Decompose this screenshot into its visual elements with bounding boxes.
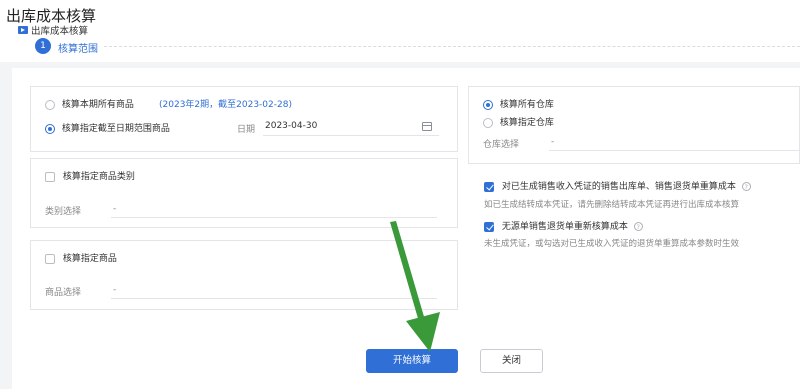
option-until-date[interactable]: 核算指定截至日期范围商品 xyxy=(45,121,170,134)
date-underline xyxy=(263,135,439,136)
category-underline xyxy=(111,217,437,218)
scope-panel: 核算本期所有商品 (2023年2期，截至2023-02-28) 核算指定截至日期… xyxy=(30,86,458,152)
no-source-option[interactable]: 无源单销售退货单重新核算成本 ? xyxy=(484,219,643,232)
option-all-warehouses[interactable]: 核算所有仓库 xyxy=(483,97,554,110)
category-panel: 核算指定商品类别 类别选择 - xyxy=(30,158,458,228)
option-current-period[interactable]: 核算本期所有商品 xyxy=(45,97,134,110)
video-tab-icon xyxy=(18,26,28,34)
step-label[interactable]: 核算范围 xyxy=(58,40,98,55)
step-divider xyxy=(104,46,800,47)
goods-checkbox[interactable] xyxy=(45,253,55,264)
period-note: (2023年2期，截至2023-02-28) xyxy=(159,100,292,110)
warehouse-select-label: 仓库选择 xyxy=(483,140,520,150)
help-icon[interactable]: ? xyxy=(741,182,751,191)
calendar-icon[interactable] xyxy=(422,122,432,131)
radio-until-date[interactable] xyxy=(45,123,55,134)
close-button[interactable]: 关闭 xyxy=(480,349,543,373)
goods-panel: 核算指定商品 商品选择 - xyxy=(30,240,458,310)
goods-select[interactable]: - xyxy=(113,285,116,295)
no-source-checkbox[interactable] xyxy=(484,221,494,232)
help-icon[interactable]: ? xyxy=(633,222,643,231)
start-calculation-button[interactable]: 开始核算 xyxy=(366,349,458,373)
recalc-checkbox[interactable] xyxy=(484,181,494,192)
goods-select-label: 商品选择 xyxy=(45,288,82,298)
tab-label: 出库成本核算 xyxy=(31,26,89,37)
top-bar: 出库成本核算 出库成本核算 1 核算范围 xyxy=(0,0,800,62)
no-source-hint: 未生成凭证，或勾选对已生成收入凭证的退货单重算成本参数时生效 xyxy=(484,239,740,249)
date-label: 日期 xyxy=(237,125,256,135)
content-area: 核算本期所有商品 (2023年2期，截至2023-02-28) 核算指定截至日期… xyxy=(12,68,800,389)
radio-all-warehouses[interactable] xyxy=(483,99,493,110)
category-checkbox[interactable] xyxy=(45,171,55,182)
warehouse-underline xyxy=(549,150,799,151)
step-number: 1 xyxy=(35,38,51,54)
category-checkbox-row[interactable]: 核算指定商品类别 xyxy=(45,169,135,182)
recalc-hint: 如已生成结转成本凭证，请先删除结转成本凭证再进行出库成本核算 xyxy=(484,200,740,210)
goods-checkbox-row[interactable]: 核算指定商品 xyxy=(45,251,117,264)
tab-outbound-cost[interactable]: 出库成本核算 xyxy=(18,23,88,37)
warehouse-select[interactable]: - xyxy=(551,137,554,147)
option-specific-warehouse[interactable]: 核算指定仓库 xyxy=(483,115,554,128)
recalc-option[interactable]: 对已生成销售收入凭证的销售出库单、销售退货单重算成本 ? xyxy=(484,179,751,192)
radio-specific-warehouse[interactable] xyxy=(483,117,493,128)
category-select-label: 类别选择 xyxy=(45,207,82,217)
date-input[interactable]: 2023-04-30 xyxy=(265,121,317,131)
warehouse-panel: 核算所有仓库 核算指定仓库 仓库选择 - xyxy=(468,86,800,164)
radio-current-period[interactable] xyxy=(45,99,55,110)
category-select[interactable]: - xyxy=(113,204,116,214)
goods-underline xyxy=(111,298,437,299)
